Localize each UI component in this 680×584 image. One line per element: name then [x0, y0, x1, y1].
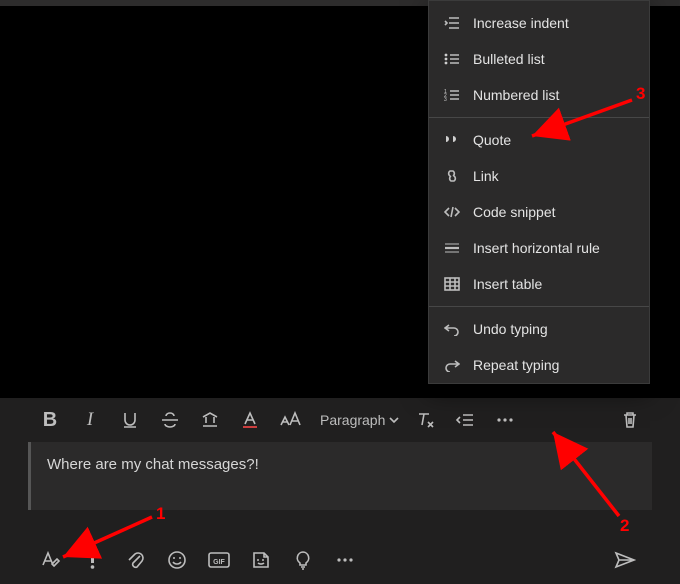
menu-label: Numbered list — [473, 87, 559, 103]
format-toolbar: B I Paragraph — [28, 398, 652, 442]
emoji-button[interactable] — [156, 540, 198, 580]
menu-insert-table[interactable]: Insert table — [429, 266, 649, 302]
menu-numbered-list[interactable]: 123 Numbered list — [429, 77, 649, 113]
paragraph-style-label: Paragraph — [320, 412, 385, 428]
compose-action-bar: GIF — [28, 536, 652, 584]
annotation-number-3: 3 — [636, 84, 645, 104]
menu-label: Bulleted list — [473, 51, 545, 67]
lightbulb-icon — [294, 550, 312, 570]
menu-label: Code snippet — [473, 204, 556, 220]
menu-bulleted-list[interactable]: Bulleted list — [429, 41, 649, 77]
highlight-button[interactable] — [190, 400, 230, 440]
sticker-button[interactable] — [240, 540, 282, 580]
paperclip-icon — [126, 550, 144, 570]
font-color-button[interactable] — [230, 400, 270, 440]
emoji-icon — [167, 550, 187, 570]
annotation-number-2: 2 — [620, 516, 629, 536]
clear-formatting-button[interactable] — [405, 400, 445, 440]
ellipsis-icon — [495, 411, 515, 429]
message-input[interactable]: Where are my chat messages?! — [28, 442, 652, 510]
menu-label: Repeat typing — [473, 357, 559, 373]
annotation-number-1: 1 — [156, 504, 165, 524]
numbered-list-icon: 123 — [443, 88, 461, 102]
send-icon — [614, 550, 636, 570]
quote-icon — [443, 133, 461, 147]
message-input-text: Where are my chat messages?! — [47, 456, 259, 473]
bold-button[interactable]: B — [30, 400, 70, 440]
menu-label: Insert table — [473, 276, 542, 292]
send-button[interactable] — [604, 540, 646, 580]
horizontal-rule-icon — [443, 241, 461, 255]
format-context-menu: Increase indent Bulleted list 123 Number… — [428, 0, 650, 384]
gif-icon: GIF — [208, 550, 230, 570]
font-size-button[interactable] — [270, 400, 310, 440]
indent-increase-icon — [443, 16, 461, 30]
table-icon — [443, 277, 461, 291]
decrease-indent-button[interactable] — [445, 400, 485, 440]
message-composer: B I Paragraph — [28, 398, 652, 510]
chevron-down-icon — [389, 415, 399, 425]
format-toggle-button[interactable] — [30, 540, 72, 580]
format-icon — [40, 550, 62, 570]
menu-label: Increase indent — [473, 15, 569, 31]
menu-separator — [429, 117, 649, 118]
menu-code-snippet[interactable]: Code snippet — [429, 194, 649, 230]
menu-quote[interactable]: Quote — [429, 122, 649, 158]
more-actions-button[interactable] — [324, 540, 366, 580]
more-options-button[interactable] — [485, 400, 525, 440]
redo-icon — [443, 358, 461, 372]
menu-redo[interactable]: Repeat typing — [429, 347, 649, 383]
importance-button[interactable] — [72, 540, 114, 580]
menu-link[interactable]: Link — [429, 158, 649, 194]
svg-text:GIF: GIF — [213, 559, 225, 566]
menu-increase-indent[interactable]: Increase indent — [429, 5, 649, 41]
trash-icon — [621, 411, 639, 429]
paragraph-style-dropdown[interactable]: Paragraph — [310, 400, 405, 440]
sticker-icon — [251, 550, 271, 570]
bulleted-list-icon — [443, 52, 461, 66]
svg-text:3: 3 — [444, 97, 447, 102]
menu-label: Undo typing — [473, 321, 548, 337]
strikethrough-button[interactable] — [150, 400, 190, 440]
praise-button[interactable] — [282, 540, 324, 580]
menu-undo[interactable]: Undo typing — [429, 311, 649, 347]
menu-separator — [429, 306, 649, 307]
link-icon — [443, 169, 461, 183]
menu-label: Quote — [473, 132, 511, 148]
menu-horizontal-rule[interactable]: Insert horizontal rule — [429, 230, 649, 266]
exclamation-icon — [88, 550, 98, 570]
ellipsis-icon — [335, 551, 355, 569]
menu-label: Link — [473, 168, 499, 184]
menu-label: Insert horizontal rule — [473, 240, 600, 256]
undo-icon — [443, 322, 461, 336]
italic-button[interactable]: I — [70, 400, 110, 440]
attach-button[interactable] — [114, 540, 156, 580]
code-icon — [443, 205, 461, 219]
gif-button[interactable]: GIF — [198, 540, 240, 580]
delete-button[interactable] — [610, 400, 650, 440]
underline-button[interactable] — [110, 400, 150, 440]
